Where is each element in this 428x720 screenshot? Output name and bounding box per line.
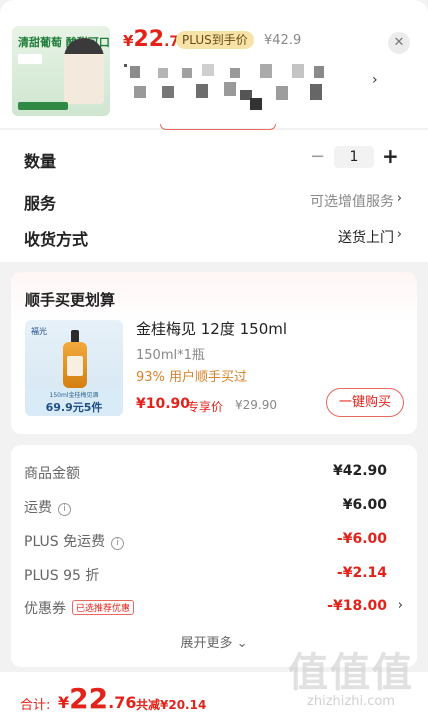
info-icon[interactable]: i [58, 503, 71, 516]
product-original-price: ¥29.90 [235, 398, 277, 412]
service-label: 服务 [24, 194, 57, 213]
currency-symbol: ¥ [58, 693, 70, 712]
watermark: 值值值 zhizhizhi.com [281, 640, 421, 709]
thumbnail-person [64, 38, 104, 104]
close-icon[interactable]: ✕ [388, 32, 410, 54]
product-price: ¥10.90 [136, 396, 191, 412]
exclusive-price-tag: 专享价 [187, 400, 224, 414]
thumbnail-bar [18, 102, 68, 110]
plus-free-shipping-label: PLUS 免运费 i [24, 531, 125, 551]
one-click-buy-button[interactable]: 一键购买 [326, 388, 404, 417]
product-spec: 150ml*1瓶 [136, 348, 205, 363]
coupon-recommended-tag: 已选推荐优惠 [72, 600, 135, 615]
price-integer: 22 [69, 682, 109, 715]
spec-chevron-icon[interactable]: › [372, 72, 378, 88]
shipping-value: ¥6.00 [342, 497, 387, 513]
coupon-value[interactable]: -¥18.00 [327, 598, 387, 614]
quantity-label: 数量 [24, 152, 57, 171]
deal-subtext: 150ml金桂梅见酒 [49, 392, 99, 399]
currency-symbol: ¥ [123, 32, 134, 50]
watermark-logo: 值值值 [288, 650, 414, 696]
plus-discount-value: -¥2.14 [336, 565, 387, 581]
brand-logo: 福光 [31, 327, 47, 336]
deal-main-text: 69.9元5件 [45, 401, 103, 414]
product-popularity: 93% 用户顺手买过 [136, 370, 248, 385]
product-name[interactable]: 金桂梅见 12度 150ml [136, 318, 287, 339]
info-icon[interactable]: i [111, 537, 125, 550]
total-savings: 共减¥20.14 [136, 698, 207, 712]
plus-price-tag: PLUS到手价 [176, 31, 254, 49]
total-price: ¥22.76 [58, 682, 136, 715]
plus-discount-label: PLUS 95 折 [24, 568, 100, 584]
quantity-plus-button[interactable]: + [382, 144, 399, 168]
cross-sell-title: 顺手买更划算 [25, 291, 116, 309]
delivery-label: 收货方式 [24, 230, 89, 249]
goods-amount-label: 商品金额 [24, 466, 80, 482]
shipping-label: 运费 i [24, 497, 71, 517]
coupon-label-text: 优惠券 [24, 601, 66, 617]
product-thumbnail: 清甜葡萄 酸甜可口 [12, 26, 110, 116]
delivery-chevron-icon[interactable]: › [397, 227, 402, 242]
product-header: 清甜葡萄 酸甜可口 ¥22.76 PLUS到手价 ¥42.9 ✕ › [0, 0, 428, 128]
shipping-label-text: 运费 [24, 500, 52, 516]
product-image[interactable]: 福光 150ml金桂梅见酒 69.9元5件 [25, 320, 123, 416]
coupon-label[interactable]: 优惠券 已选推荐优惠 [24, 598, 135, 618]
blurred-spec-text [124, 64, 364, 112]
original-price: ¥42.9 [264, 33, 302, 48]
total-label: 合计: [20, 698, 51, 713]
price-decimal: .76 [108, 693, 137, 712]
price-integer: 22 [133, 27, 165, 52]
bottle-illustration [63, 330, 87, 388]
price-breakdown: 商品金额 ¥42.90 运费 i ¥6.00 PLUS 免运费 i -¥6.00 P… [11, 445, 417, 667]
image-deal-banner: 150ml金桂梅见酒 69.9元5件 [25, 388, 123, 416]
coupon-chevron-icon[interactable]: › [398, 598, 403, 613]
thumbnail-badge [18, 54, 42, 64]
plus-free-shipping-text: PLUS 免运费 [24, 534, 106, 550]
delivery-value[interactable]: 送货上门 [338, 227, 394, 247]
quantity-input[interactable]: 1 [334, 146, 374, 168]
cross-sell-card: 顺手买更划算 福光 150ml金桂梅见酒 69.9元5件 金桂梅见 12度 15… [11, 272, 417, 434]
service-chevron-icon[interactable]: › [397, 191, 402, 206]
quantity-minus-button[interactable]: − [310, 146, 325, 167]
plus-free-shipping-value: -¥6.00 [336, 531, 387, 547]
service-value[interactable]: 可选增值服务 [310, 191, 394, 211]
goods-amount-value: ¥42.90 [332, 463, 387, 479]
